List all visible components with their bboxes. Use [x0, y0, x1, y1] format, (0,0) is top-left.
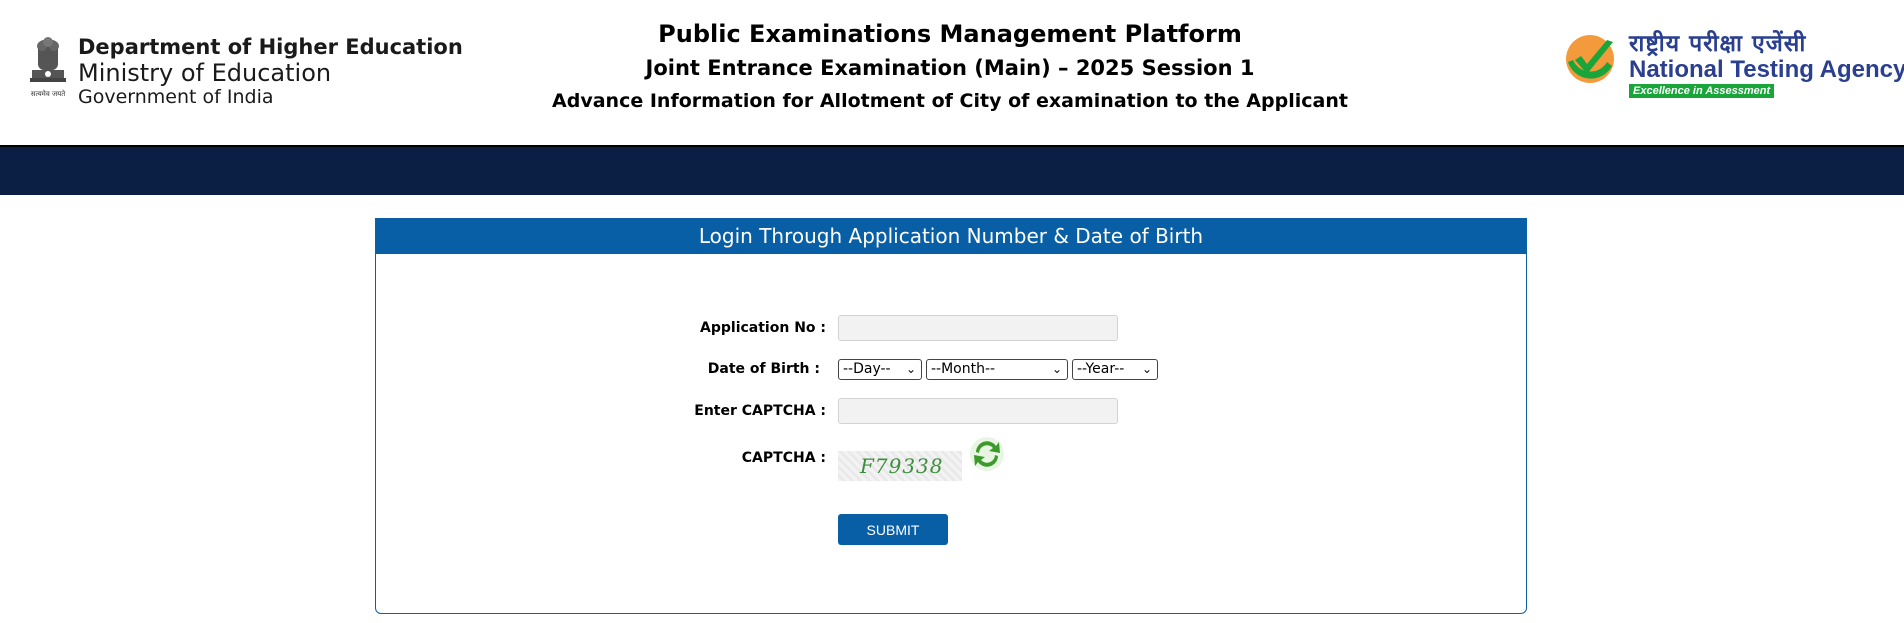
login-card-heading: Login Through Application Number & Date …: [376, 219, 1526, 254]
chevron-down-icon: ⌄: [1051, 362, 1062, 376]
refresh-captcha-icon[interactable]: [968, 435, 1006, 473]
dob-day-value: --Day--: [843, 361, 891, 377]
login-card: Login Through Application Number & Date …: [375, 218, 1527, 614]
page-subtitle: Joint Entrance Examination (Main) – 2025…: [645, 56, 1255, 80]
dob-year-value: --Year--: [1077, 361, 1125, 377]
government-name: Government of India: [78, 86, 274, 108]
page-header: सत्यमेव जयते Department of Higher Educat…: [0, 0, 1904, 145]
application-number-label: Application No :: [700, 320, 826, 336]
captcha-image: F79338: [838, 451, 962, 481]
page-notice: Advance Information for Allotment of Cit…: [552, 90, 1348, 112]
chevron-down-icon: ⌄: [905, 362, 916, 376]
navbar: [0, 145, 1904, 195]
national-emblem-icon: सत्यमेव जयते: [30, 37, 66, 98]
header-titles: Public Examinations Management Platform …: [440, 18, 1460, 116]
department-name: Department of Higher Education: [78, 35, 463, 59]
application-number-input[interactable]: [838, 315, 1118, 341]
dob-month-value: --Month--: [931, 361, 996, 377]
nta-branding: राष्ट्रीय परीक्षा एजेंसी National Testin…: [1563, 28, 1904, 100]
ministry-branding: सत्यमेव जयते Department of Higher Educat…: [20, 30, 463, 110]
captcha-label: CAPTCHA :: [741, 450, 826, 466]
ministry-text: Department of Higher Education Ministry …: [78, 34, 463, 108]
captcha-input[interactable]: [838, 398, 1118, 424]
agency-tagline: Excellence in Assessment: [1629, 84, 1775, 98]
date-of-birth-label: Date of Birth :: [707, 361, 820, 377]
dob-month-select[interactable]: --Month-- ⌄: [926, 359, 1068, 380]
agency-hindi-name: राष्ट्रीय परीक्षा एजेंसी: [1629, 31, 1807, 57]
submit-button[interactable]: SUBMIT: [838, 514, 948, 545]
agency-name: National Testing Agency: [1629, 56, 1904, 83]
captcha-text: F79338: [860, 454, 944, 478]
dob-year-select[interactable]: --Year-- ⌄: [1072, 359, 1158, 380]
enter-captcha-label: Enter CAPTCHA :: [694, 403, 826, 419]
nta-check-logo-icon: [1566, 35, 1614, 83]
ministry-name: Ministry of Education: [78, 59, 332, 87]
dob-day-select[interactable]: --Day-- ⌄: [838, 359, 922, 380]
emblem-motto: सत्यमेव जयते: [31, 89, 66, 98]
chevron-down-icon: ⌄: [1141, 362, 1152, 376]
page-title: Public Examinations Management Platform: [658, 20, 1242, 48]
